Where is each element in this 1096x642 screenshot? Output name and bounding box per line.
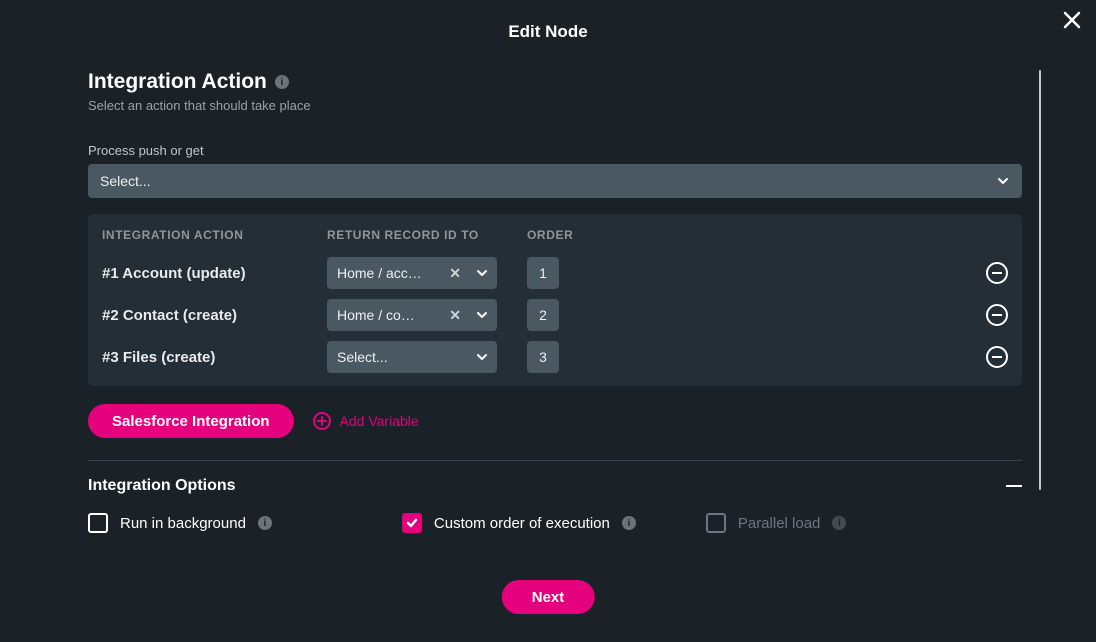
order-input[interactable]: 1 xyxy=(527,257,559,289)
options-title: Integration Options xyxy=(88,477,236,495)
table-row: #2 Contact (create) Home / co… ✕ 2 xyxy=(102,294,1008,336)
remove-row-button[interactable] xyxy=(986,262,1008,284)
table-header-row: INTEGRATION ACTION RETURN RECORD ID TO O… xyxy=(102,228,1008,242)
chevron-down-icon xyxy=(475,350,489,364)
modal-title: Edit Node xyxy=(0,0,1096,42)
return-select[interactable]: Select... xyxy=(327,341,497,373)
run-in-background-checkbox[interactable] xyxy=(88,513,108,533)
run-in-background-label: Run in background xyxy=(120,515,246,532)
parallel-load-checkbox xyxy=(706,513,726,533)
info-icon: i xyxy=(832,516,846,530)
th-order: ORDER xyxy=(527,228,587,242)
table-row: #3 Files (create) Select... 3 xyxy=(102,336,1008,378)
minus-icon xyxy=(992,314,1002,316)
remove-row-button[interactable] xyxy=(986,304,1008,326)
return-select-value: Home / co… xyxy=(337,307,441,323)
return-select[interactable]: Home / acc… ✕ xyxy=(327,257,497,289)
th-return-record: RETURN RECORD ID TO xyxy=(327,228,527,242)
footer: Next xyxy=(502,580,595,614)
close-button[interactable] xyxy=(1062,10,1082,35)
collapse-toggle[interactable] xyxy=(1006,485,1022,487)
row-action-label: #1 Account (update) xyxy=(102,265,327,282)
action-table: INTEGRATION ACTION RETURN RECORD ID TO O… xyxy=(88,214,1022,386)
custom-order-label: Custom order of execution xyxy=(434,515,610,532)
next-button[interactable]: Next xyxy=(502,580,595,614)
section-title: Integration Action xyxy=(88,70,267,94)
remove-row-button[interactable] xyxy=(986,346,1008,368)
chevron-down-icon xyxy=(475,266,489,280)
option-run-in-background: Run in background i xyxy=(88,513,272,533)
minus-icon xyxy=(992,272,1002,274)
section-title-row: Integration Action i xyxy=(88,70,1046,94)
add-variable-label: Add Variable xyxy=(340,413,419,429)
option-custom-order: Custom order of execution i xyxy=(402,513,636,533)
chevron-down-icon xyxy=(996,174,1010,188)
plus-circle-icon xyxy=(312,411,332,431)
return-select-value: Select... xyxy=(337,349,465,365)
below-actions-row: Salesforce Integration Add Variable xyxy=(88,404,1046,438)
options-header: Integration Options xyxy=(88,477,1022,495)
process-select-value: Select... xyxy=(100,173,151,189)
table-row: #1 Account (update) Home / acc… ✕ 1 xyxy=(102,252,1008,294)
custom-order-checkbox[interactable] xyxy=(402,513,422,533)
modal-content: Integration Action i Select an action th… xyxy=(88,70,1046,572)
order-input[interactable]: 2 xyxy=(527,299,559,331)
check-icon xyxy=(405,516,419,530)
info-icon[interactable]: i xyxy=(275,75,289,89)
order-input[interactable]: 3 xyxy=(527,341,559,373)
option-parallel-load: Parallel load i xyxy=(706,513,847,533)
row-action-label: #3 Files (create) xyxy=(102,349,327,366)
divider xyxy=(88,460,1022,461)
info-icon[interactable]: i xyxy=(258,516,272,530)
clear-icon[interactable]: ✕ xyxy=(445,265,465,282)
return-select[interactable]: Home / co… ✕ xyxy=(327,299,497,331)
chevron-down-icon xyxy=(475,308,489,322)
add-variable-button[interactable]: Add Variable xyxy=(312,411,419,431)
minus-icon xyxy=(992,356,1002,358)
return-select-value: Home / acc… xyxy=(337,265,441,281)
info-icon[interactable]: i xyxy=(622,516,636,530)
options-row: Run in background i Custom order of exec… xyxy=(88,513,1046,533)
close-icon xyxy=(1062,10,1082,30)
process-field-label: Process push or get xyxy=(88,143,1046,158)
parallel-load-label: Parallel load xyxy=(738,515,821,532)
section-subtitle: Select an action that should take place xyxy=(88,98,1046,113)
row-action-label: #2 Contact (create) xyxy=(102,307,327,324)
process-select[interactable]: Select... xyxy=(88,164,1022,198)
th-integration-action: INTEGRATION ACTION xyxy=(102,228,327,242)
salesforce-integration-button[interactable]: Salesforce Integration xyxy=(88,404,294,438)
clear-icon[interactable]: ✕ xyxy=(445,307,465,324)
